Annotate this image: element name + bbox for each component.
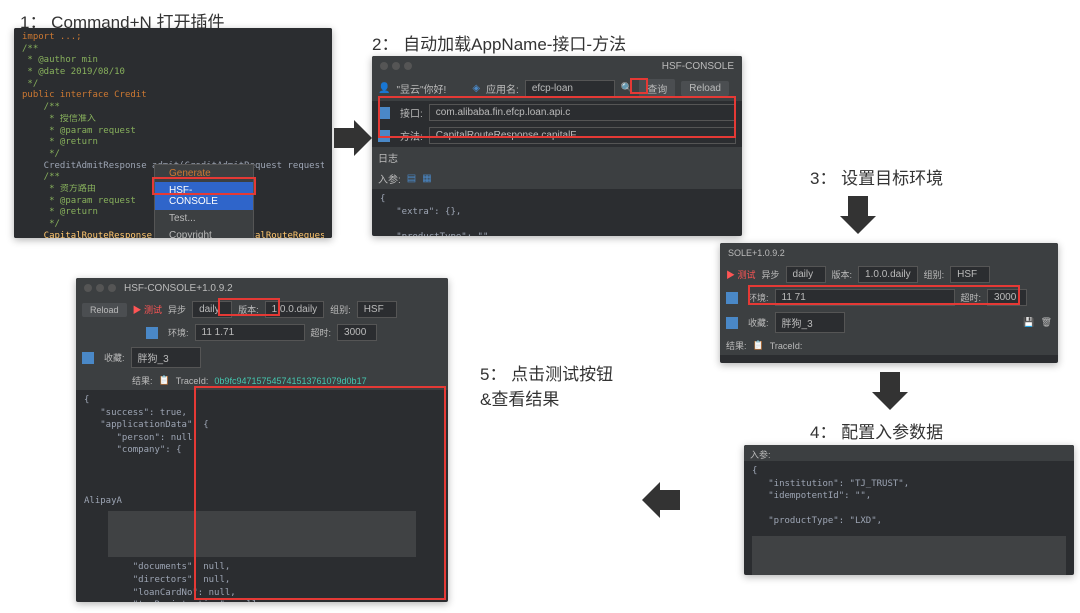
version-input[interactable]: 1.0.0.daily bbox=[265, 301, 325, 318]
group-input[interactable]: HSF bbox=[357, 301, 397, 318]
interface-icon bbox=[378, 107, 390, 119]
test-button[interactable]: ▶ 测试 bbox=[133, 303, 163, 316]
trash-icon[interactable]: 🗑 bbox=[1041, 317, 1052, 328]
context-menu: Generate HSF-CONSOLE Test... Copyright bbox=[154, 164, 254, 238]
reload-button[interactable]: Reload bbox=[681, 81, 729, 96]
code-line: import ...; bbox=[22, 32, 324, 44]
panel-title: HSF-CONSOLE bbox=[662, 61, 734, 72]
menu-copyright[interactable]: Copyright bbox=[155, 227, 253, 238]
panel-header: SOLE+1.0.9.2 bbox=[720, 243, 1058, 263]
user-icon: 👤 bbox=[378, 83, 390, 94]
panel4-params: 入参: { "institution": "TJ_TRUST", "idempo… bbox=[744, 445, 1074, 575]
step4-title: 4： 配置入参数据 bbox=[810, 418, 943, 443]
param-icon2[interactable]: ▦ bbox=[422, 173, 431, 184]
result-block bbox=[108, 511, 416, 557]
panel5-results: HSF-CONSOLE+1.0.9.2 Reload ▶ 测试 异步daily … bbox=[76, 278, 448, 602]
panel-header: HSF-CONSOLE bbox=[372, 56, 742, 76]
step5-title: 5： 点击测试按钮 &查看结果 bbox=[480, 360, 613, 410]
method-icon bbox=[378, 130, 390, 142]
sync-select[interactable]: daily bbox=[192, 301, 232, 318]
env-input[interactable]: 11 1.71 bbox=[195, 324, 305, 341]
timeout-input[interactable]: 3000 bbox=[987, 289, 1027, 306]
appname-label: 应用名: bbox=[486, 81, 519, 96]
param-icon1[interactable]: ▤ bbox=[407, 173, 416, 184]
menu-hsf-console[interactable]: HSF-CONSOLE bbox=[155, 182, 253, 210]
interface-input[interactable]: com.alibaba.fin.efcp.loan.api.c bbox=[429, 104, 736, 121]
panel-header: HSF-CONSOLE+1.0.9.2 bbox=[76, 278, 448, 298]
arrow-4to5 bbox=[640, 480, 680, 520]
env-input[interactable]: 11 71 bbox=[775, 289, 955, 306]
result-icon: 📋 bbox=[753, 340, 764, 351]
method-input[interactable]: CapitalRouteResponse capitalF bbox=[429, 127, 736, 144]
panel2-hsf-console: HSF-CONSOLE 👤 "昱云"你好! ◈ 应用名: efcp-loan 🔍… bbox=[372, 56, 742, 236]
json-continuation bbox=[752, 536, 1066, 575]
collect-input[interactable]: 胖狗_3 bbox=[775, 312, 845, 333]
group-input[interactable]: HSF bbox=[950, 266, 990, 283]
app-icon: ◈ bbox=[472, 83, 480, 94]
greeting: "昱云"你好! bbox=[396, 81, 446, 96]
test-button[interactable]: ▶ 测试 bbox=[726, 268, 756, 281]
search-icon[interactable]: 🔍 bbox=[621, 83, 633, 94]
result-json2: "documents": null, "directors": null, "l… bbox=[76, 557, 448, 602]
panel1-code-editor: import ...; /** * @author min * @date 20… bbox=[14, 28, 332, 238]
save-icon[interactable]: 💾 bbox=[1023, 317, 1034, 328]
log-label: 日志 bbox=[378, 150, 398, 165]
arrow-3to4 bbox=[870, 372, 910, 412]
json-preview: { "extra": {}, "productType": "", "credi… bbox=[372, 189, 742, 236]
method-label: 方法: bbox=[400, 128, 423, 143]
result-json: { "success": true, "applicationData": { … bbox=[76, 390, 448, 511]
version-input[interactable]: 1.0.0.daily bbox=[858, 266, 918, 283]
panel3-env-settings: SOLE+1.0.9.2 ▶ 测试 异步daily 版本:1.0.0.daily… bbox=[720, 243, 1058, 363]
interface-label: 接口: bbox=[400, 105, 423, 120]
arrow-2to3 bbox=[838, 196, 878, 236]
menu-test[interactable]: Test... bbox=[155, 210, 253, 227]
param-label: 入参: bbox=[750, 448, 771, 461]
collect-input[interactable]: 胖狗_3 bbox=[131, 347, 201, 368]
step3-title: 3： 设置目标环境 bbox=[810, 164, 943, 189]
reload-button[interactable]: Reload bbox=[82, 303, 127, 317]
env-label: 环境: bbox=[748, 291, 769, 304]
sync-select[interactable]: daily bbox=[786, 266, 826, 283]
search-button[interactable]: 查询 bbox=[639, 79, 675, 98]
arrow-1to2 bbox=[334, 118, 374, 158]
traceid-value: 0b9fc947157545741513761079d0b17 bbox=[214, 376, 366, 386]
param-json[interactable]: { "institution": "TJ_TRUST", "idempotent… bbox=[744, 461, 1074, 532]
step2-title: 2： 自动加载AppName-接口-方法 bbox=[372, 30, 626, 55]
timeout-input[interactable]: 3000 bbox=[337, 324, 377, 341]
menu-generate: Generate bbox=[155, 165, 253, 182]
appname-input[interactable]: efcp-loan bbox=[525, 80, 615, 97]
param-label: 入参: bbox=[378, 171, 401, 186]
